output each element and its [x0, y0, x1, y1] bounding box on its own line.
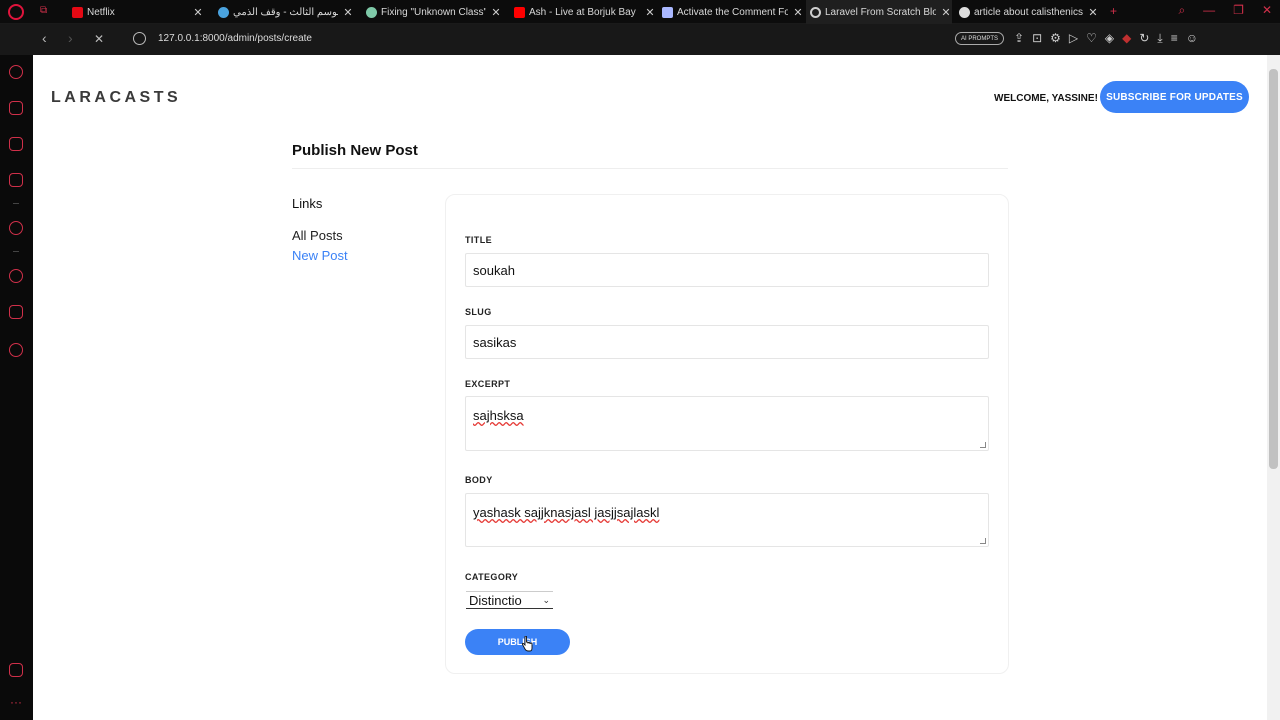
player-icon[interactable]	[9, 221, 23, 235]
hand-cursor-icon	[521, 636, 533, 652]
welcome-text: WELCOME, YASSINE!	[994, 93, 1098, 104]
category-value: Distinctio	[469, 592, 522, 608]
tab-activate-comment[interactable]: Activate the Comment Fo ✕	[658, 0, 804, 24]
instagram-icon[interactable]	[9, 173, 23, 187]
tab-bar: ⧉ Netflix ✕ لموسم الثالث - وقف الذمي ✕ F…	[0, 0, 1280, 24]
youtube-icon	[514, 6, 525, 18]
divider	[292, 168, 1008, 169]
plane-icon	[662, 6, 673, 18]
resize-handle-icon[interactable]	[980, 442, 986, 448]
stop-loading-icon[interactable]: ✕	[94, 32, 104, 46]
site-info-icon[interactable]	[133, 32, 146, 45]
tab-youtube[interactable]: Ash - Live at Borjuk Bay ✕	[510, 0, 656, 24]
screenshot-icon[interactable]: ⊡	[1032, 31, 1042, 46]
shield-icon	[218, 6, 229, 18]
workspace-icon[interactable]: ⧉	[40, 5, 47, 16]
heart-icon[interactable]: ♡	[1086, 31, 1097, 46]
close-icon[interactable]: ✕	[644, 6, 656, 19]
sidebar-divider	[13, 251, 19, 252]
tab-arabic[interactable]: لموسم الثالث - وقف الذمي ✕	[214, 0, 354, 24]
download-icon[interactable]: ⤓	[1157, 31, 1162, 46]
close-window-icon[interactable]: ✕	[1262, 3, 1272, 18]
publish-button[interactable]: PUBLISH	[465, 629, 570, 655]
forward-icon[interactable]: ›	[68, 30, 73, 46]
tab-label: Activate the Comment Fo	[677, 6, 788, 18]
slug-input[interactable]: sasikas	[465, 325, 989, 359]
share-icon[interactable]: ⇪	[1014, 31, 1024, 46]
shopping-icon[interactable]	[9, 101, 23, 115]
refresh-extension-icon[interactable]: ↻	[1139, 31, 1149, 46]
excerpt-textarea[interactable]: sajhsksa	[465, 396, 989, 451]
minimize-icon[interactable]: —	[1203, 3, 1215, 18]
category-select[interactable]: Distinctio ⌄	[466, 591, 553, 609]
extension-icons: ⇪ ⊡ ⚙ ▷ ♡ ◈ ◆ ↻ ⤓ ≡ ☺	[1014, 31, 1198, 46]
browser-sidebar: ···	[0, 55, 33, 720]
chatgpt-icon	[366, 6, 377, 18]
address-bar: ‹ › ✕ 127.0.0.1:8000/admin/posts/create …	[0, 24, 1280, 55]
body-label: BODY	[465, 475, 493, 485]
gallery-icon[interactable]	[9, 663, 23, 677]
twitch-icon[interactable]	[9, 137, 23, 151]
page-title: Publish New Post	[292, 142, 418, 159]
title-label: TITLE	[465, 235, 492, 245]
new-tab-icon[interactable]: +	[1110, 4, 1117, 18]
excerpt-label: EXCERPT	[465, 379, 511, 389]
title-input[interactable]: soukah	[465, 253, 989, 287]
body-text: yashask sajjknasjasl jasjjsajlaskl	[473, 505, 660, 520]
sidebar-divider	[13, 203, 19, 204]
page-scrollbar[interactable]	[1267, 55, 1280, 720]
url-field[interactable]: 127.0.0.1:8000/admin/posts/create	[158, 33, 312, 44]
category-label: CATEGORY	[465, 572, 519, 582]
extension-icon[interactable]: ◈	[1105, 31, 1114, 46]
tab-laravel[interactable]: Laravel From Scratch Blo ✕	[806, 0, 952, 24]
loading-icon	[810, 6, 821, 18]
tab-label: Laravel From Scratch Blo	[825, 6, 936, 18]
aria-icon[interactable]	[9, 65, 23, 79]
subscribe-button[interactable]: SUBSCRIBE FOR UPDATES	[1100, 81, 1249, 113]
ai-prompts-button[interactable]: AI PROMPTS	[955, 32, 1005, 45]
tab-label: لموسم الثالث - وقف الذمي	[233, 6, 338, 18]
close-icon[interactable]: ✕	[940, 6, 952, 19]
laracasts-logo[interactable]: LARACASTS	[51, 89, 181, 107]
profile-icon[interactable]: ☺	[1186, 31, 1198, 46]
opera-logo-icon[interactable]	[8, 4, 24, 20]
play-icon[interactable]: ▷	[1069, 31, 1078, 46]
menu-icon[interactable]: ≡	[1171, 31, 1178, 46]
web-page: LARACASTS WELCOME, YASSINE! SUBSCRIBE FO…	[33, 55, 1267, 720]
cube-icon[interactable]	[9, 305, 23, 319]
netflix-icon	[72, 6, 83, 18]
openai-icon	[959, 6, 970, 18]
tab-label: Fixing "Unknown Class"	[381, 6, 486, 18]
restore-icon[interactable]: ❐	[1233, 3, 1244, 18]
links-heading: Links	[292, 196, 323, 211]
close-icon[interactable]: ✕	[192, 6, 204, 19]
back-icon[interactable]: ‹	[42, 30, 47, 46]
tab-article[interactable]: article about calisthenics ✕	[955, 0, 1099, 24]
shield-extension-icon[interactable]: ◆	[1122, 31, 1131, 46]
more-icon[interactable]: ···	[10, 695, 22, 709]
tab-label: article about calisthenics	[974, 6, 1083, 18]
close-icon[interactable]: ✕	[1087, 6, 1099, 19]
body-textarea[interactable]: yashask sajjknasjasl jasjjsajlaskl	[465, 493, 989, 547]
slug-label: SLUG	[465, 307, 492, 317]
close-icon[interactable]: ✕	[792, 6, 804, 19]
close-icon[interactable]: ✕	[342, 6, 354, 19]
tab-fixing[interactable]: Fixing "Unknown Class" ✕	[362, 0, 502, 24]
resize-handle-icon[interactable]	[980, 538, 986, 544]
new-post-link[interactable]: New Post	[292, 248, 348, 263]
tab-netflix[interactable]: Netflix ✕	[68, 0, 204, 24]
history-icon[interactable]	[9, 269, 23, 283]
search-tabs-icon[interactable]: ⌕	[1178, 3, 1185, 18]
window-controls: ⌕ — ❐ ✕	[1178, 3, 1272, 18]
close-icon[interactable]: ✕	[490, 6, 502, 19]
excerpt-text: sajhsksa	[473, 408, 524, 423]
scrollbar-thumb[interactable]	[1269, 69, 1278, 469]
ai-icon[interactable]: ⚙	[1050, 31, 1061, 46]
all-posts-link[interactable]: All Posts	[292, 228, 343, 243]
tab-label: Ash - Live at Borjuk Bay	[529, 6, 636, 18]
tab-label: Netflix	[87, 6, 115, 18]
settings-icon[interactable]	[9, 343, 23, 357]
chevron-down-icon: ⌄	[542, 594, 550, 605]
